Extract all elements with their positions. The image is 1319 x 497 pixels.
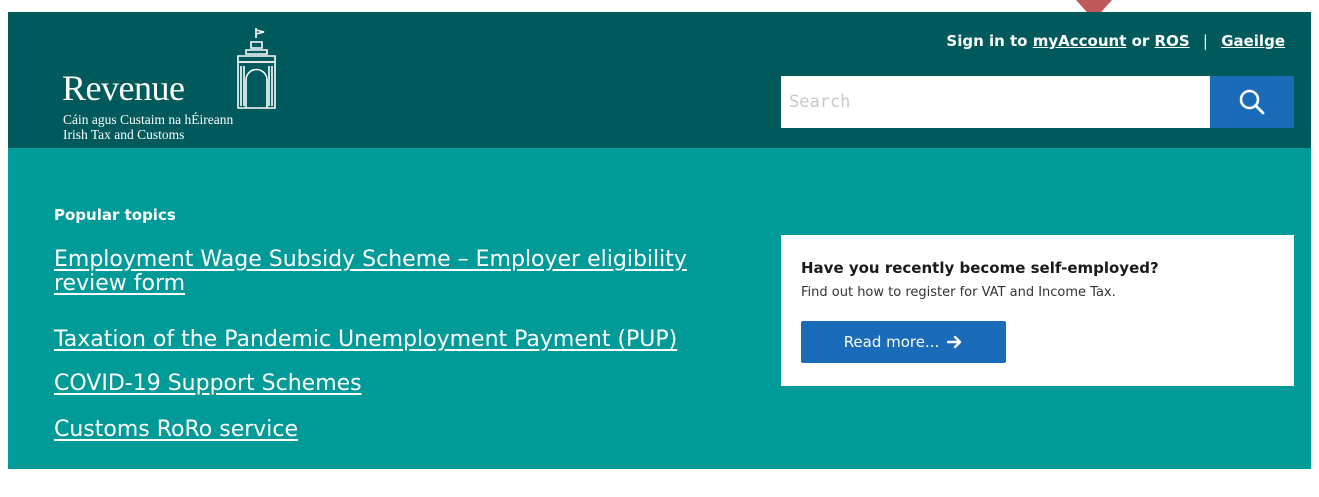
read-more-button[interactable]: Read more...	[801, 321, 1006, 363]
signin-prefix: Sign in to	[946, 32, 1028, 50]
main-panel: Popular topics Employment Wage Subsidy S…	[8, 148, 1311, 469]
topic-link-wage-subsidy[interactable]: Employment Wage Subsidy Scheme – Employe…	[54, 248, 734, 296]
gaeilge-link[interactable]: Gaeilge	[1221, 32, 1285, 50]
read-more-label: Read more...	[843, 333, 940, 351]
logo-subtitle-irish: Cáin agus Custaim na hÉireann	[63, 112, 234, 127]
myaccount-link[interactable]: myAccount	[1033, 32, 1127, 50]
card-description: Find out how to register for VAT and Inc…	[801, 285, 1116, 300]
signin-bar: Sign in to myAccount or ROS | Gaeilge	[946, 32, 1285, 50]
topic-link-customs-roro[interactable]: Customs RoRo service	[54, 418, 734, 442]
topic-link-covid-support[interactable]: COVID-19 Support Schemes	[54, 372, 734, 396]
signin-separator: |	[1202, 32, 1208, 50]
site-header: Revenue Cáin agus Custaim na hÉireann Ir…	[8, 12, 1311, 148]
arrow-right-icon	[947, 335, 962, 349]
search-button[interactable]	[1210, 76, 1294, 128]
logo-subtitle-english: Irish Tax and Customs	[63, 127, 185, 142]
topic-link-pup-taxation[interactable]: Taxation of the Pandemic Unemployment Pa…	[54, 328, 734, 352]
search-icon	[1239, 89, 1265, 115]
search-input[interactable]	[781, 76, 1210, 128]
ros-link[interactable]: ROS	[1155, 32, 1190, 50]
signin-or: or	[1131, 32, 1150, 50]
self-employed-card: Have you recently become self-employed? …	[781, 235, 1294, 386]
card-title: Have you recently become self-employed?	[801, 259, 1159, 277]
building-emblem-icon	[237, 28, 276, 109]
logo-wordmark: Revenue	[62, 68, 185, 108]
popular-topics-heading: Popular topics	[54, 206, 176, 224]
revenue-logo[interactable]: Revenue Cáin agus Custaim na hÉireann Ir…	[62, 26, 302, 146]
